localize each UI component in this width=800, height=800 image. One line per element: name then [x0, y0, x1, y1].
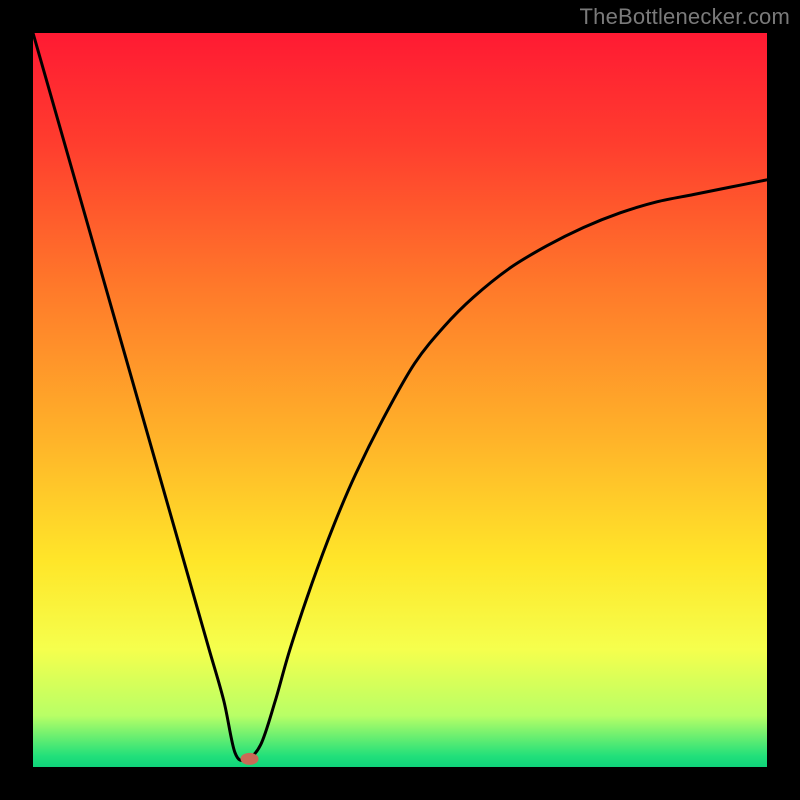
bottleneck-chart — [0, 0, 800, 800]
watermark-text: TheBottlenecker.com — [580, 4, 790, 30]
optimal-marker — [241, 753, 259, 765]
chart-frame: TheBottlenecker.com — [0, 0, 800, 800]
plot-area — [33, 33, 767, 767]
